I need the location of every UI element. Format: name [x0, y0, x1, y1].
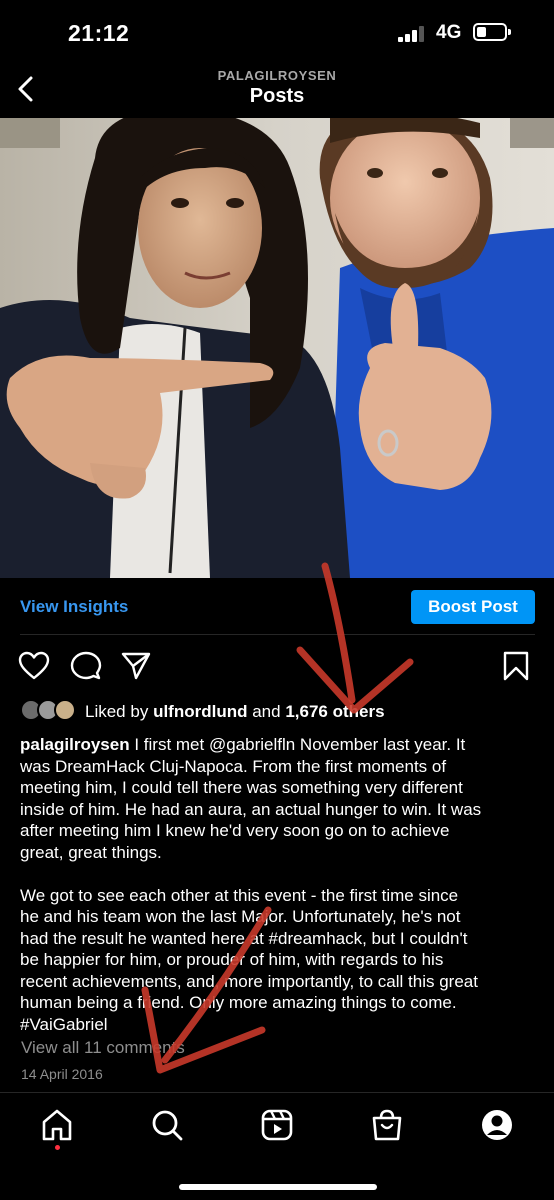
boost-post-button[interactable]: Boost Post [411, 590, 535, 624]
caption-username[interactable]: palagilroysen [20, 735, 130, 754]
divider [20, 634, 535, 635]
page-title: Posts [249, 85, 305, 107]
caption-line: be happier for him, or prouder of him, w… [20, 950, 444, 969]
battery-icon [473, 23, 511, 41]
insights-row: View Insights Boost Post [20, 590, 535, 624]
likes-prefix: Liked by [85, 702, 149, 721]
search-icon [152, 1110, 183, 1141]
heart-icon [18, 651, 50, 680]
tab-reels[interactable] [257, 1105, 297, 1145]
tab-shop[interactable] [367, 1105, 407, 1145]
network-type: 4G [436, 22, 462, 43]
liker-avatars [20, 699, 80, 723]
caption-line: he and his team won the last Major. Unfo… [20, 907, 461, 926]
caption-line: recent achievements, and, more important… [20, 971, 478, 991]
view-all-comments-link[interactable]: View all 11 comments [21, 1038, 185, 1058]
post-image [0, 118, 554, 578]
home-indicator [179, 1184, 377, 1190]
signal-strength-icon [398, 26, 428, 42]
caption-line: meeting him, I could tell there was some… [20, 778, 463, 797]
home-icon [42, 1109, 72, 1141]
share-button[interactable] [120, 650, 152, 682]
post-action-bar [18, 650, 538, 684]
caption-line: human being a friend. Only more amazing … [20, 993, 457, 1012]
shop-icon [372, 1109, 402, 1141]
caption-line: after meeting him I knew he'd very soon … [20, 821, 450, 840]
like-button[interactable] [18, 650, 50, 682]
comment-button[interactable] [70, 650, 102, 682]
tab-search[interactable] [147, 1105, 187, 1145]
caption-line: great, great things. [20, 842, 162, 862]
likes-count[interactable]: 1,676 others [285, 702, 384, 721]
caption-line: We got to see each other at this event -… [20, 885, 459, 905]
post-photo[interactable] [0, 118, 554, 578]
post-caption: palagilroysen I first met @gabrielfln No… [20, 734, 540, 1035]
bookmark-icon [503, 651, 529, 681]
avatar [54, 699, 76, 721]
paper-plane-icon [121, 652, 151, 680]
status-time: 21:12 [68, 20, 130, 46]
tab-profile[interactable] [477, 1105, 517, 1145]
caption-line: I first met @gabrielfln November last ye… [134, 735, 466, 754]
notification-dot [55, 1145, 60, 1150]
caption-line: inside of him. He had an aura, an actual… [20, 799, 482, 819]
tab-home[interactable] [37, 1105, 77, 1145]
save-button[interactable] [500, 650, 532, 682]
caption-line: was DreamHack Cluj-Napoca. From the firs… [20, 756, 447, 776]
comment-bubble-icon [70, 651, 102, 680]
likes-row[interactable]: Liked by ulfnordlund and 1,676 others [20, 698, 540, 726]
profile-icon [482, 1110, 512, 1140]
status-bar: 21:12 4G [0, 0, 554, 64]
nav-header: PALAGILROYSEN Posts [0, 64, 554, 118]
post-date: 14 April 2016 [21, 1066, 103, 1082]
caption-line: had the result he wanted here at #dreamh… [20, 928, 468, 948]
view-insights-link[interactable]: View Insights [20, 597, 128, 617]
liked-by-username[interactable]: ulfnordlund [153, 702, 247, 721]
likes-text: Liked by ulfnordlund and 1,676 others [85, 702, 385, 722]
reels-icon [261, 1109, 293, 1141]
likes-conjunction: and [252, 702, 281, 721]
header-username: PALAGILROYSEN [217, 68, 337, 83]
caption-line: #VaiGabriel [20, 1014, 108, 1034]
